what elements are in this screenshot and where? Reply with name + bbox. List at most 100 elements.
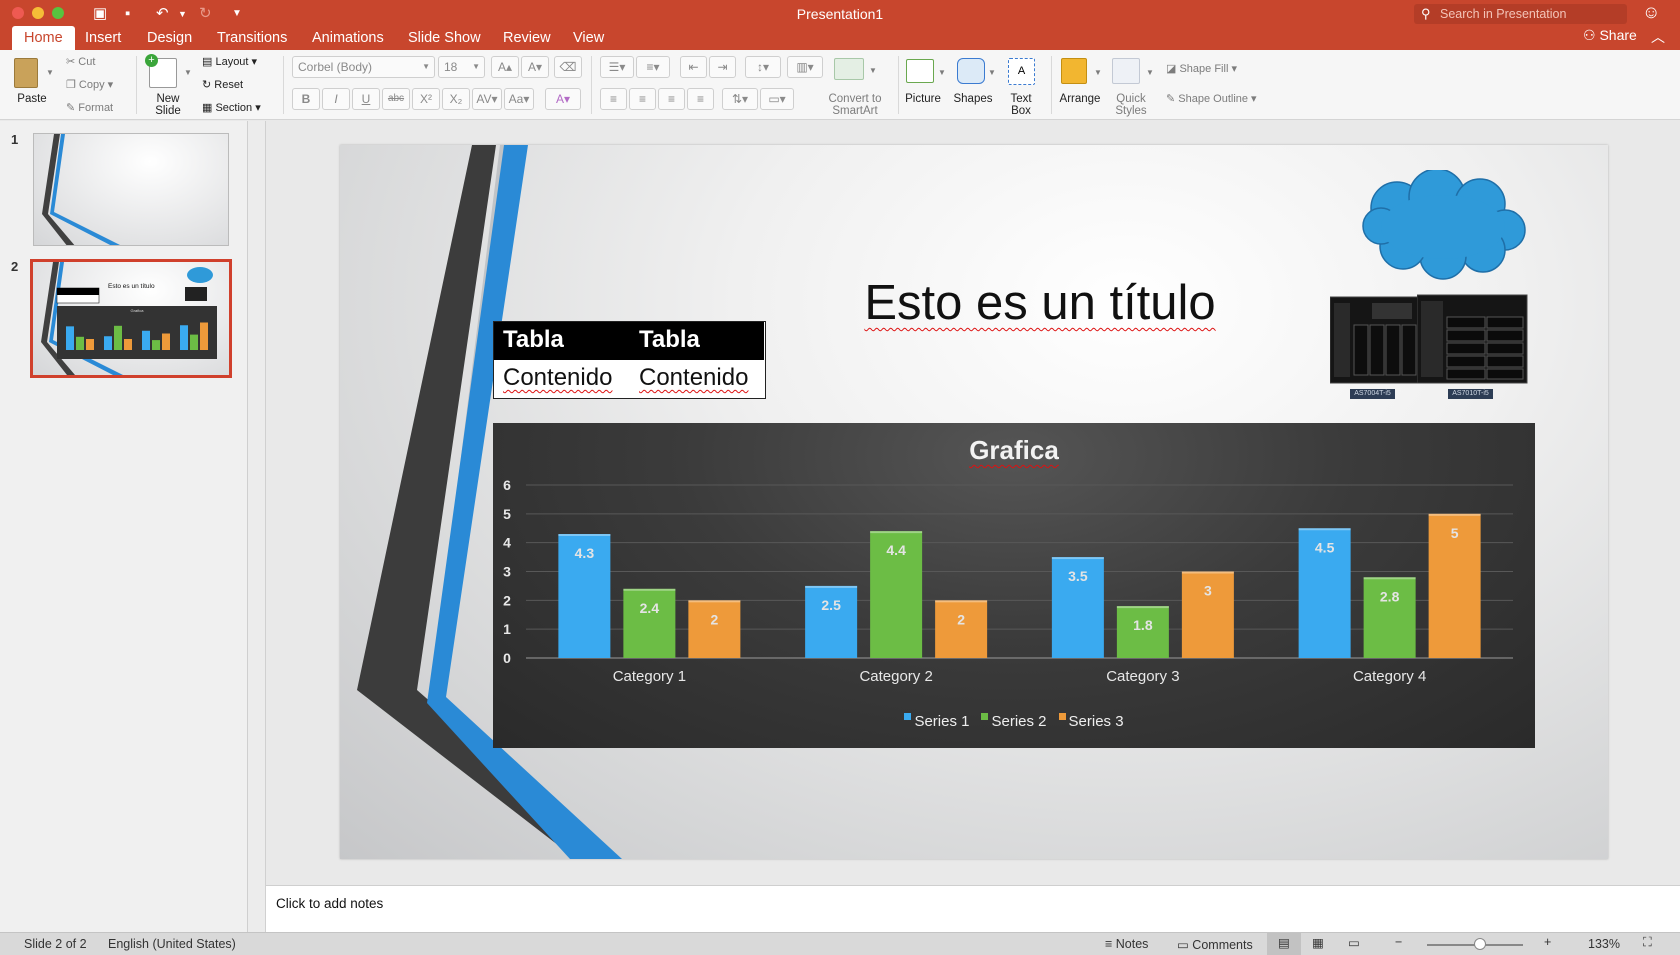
justify-button[interactable]: ≡ (687, 88, 714, 110)
legend-entry[interactable]: Series 2 (981, 713, 1047, 730)
strikethrough-button[interactable]: abc (382, 88, 410, 110)
tab-animations[interactable]: Animations (300, 26, 396, 50)
slide-table[interactable]: Tabla Tabla Contenido Contenido (493, 321, 766, 399)
shrink-font-button[interactable]: A▾ (521, 56, 549, 78)
chart-legend[interactable]: Series 1 Series 2 Series 3 (493, 713, 1535, 730)
tab-home[interactable]: Home (12, 26, 75, 50)
pane-divider[interactable] (248, 121, 266, 933)
tab-slide-show[interactable]: Slide Show (396, 26, 493, 50)
subscript-button[interactable]: X₂ (442, 88, 470, 110)
arrange-button[interactable]: Arrange (1055, 93, 1105, 105)
fit-to-window-icon[interactable]: ⛶ (1643, 935, 1652, 950)
bullets-button[interactable]: ☰▾ (600, 56, 634, 78)
italic-button[interactable]: I (322, 88, 350, 110)
arrange-dropdown-icon[interactable]: ▼ (1094, 66, 1102, 80)
collapse-ribbon-icon[interactable]: ︿ (1651, 27, 1665, 47)
tab-design[interactable]: Design (135, 26, 204, 50)
copy-button[interactable]: ❐ Copy ▾ (66, 78, 113, 92)
table-header-cell[interactable]: Tabla (503, 326, 564, 354)
comments-button[interactable]: ▭ Comments (1177, 937, 1253, 952)
slide-show-icon[interactable]: ▭ (1348, 935, 1360, 950)
increase-indent-button[interactable]: ⇥ (709, 56, 736, 78)
nas-device-image[interactable] (1416, 293, 1529, 385)
decrease-indent-button[interactable]: ⇤ (680, 56, 707, 78)
slide-title[interactable]: Esto es un título (840, 275, 1240, 331)
font-color-button[interactable]: A▾ (545, 88, 581, 110)
line-spacing-button[interactable]: ↕▾ (745, 56, 781, 78)
language-indicator[interactable]: English (United States) (108, 937, 236, 951)
grow-font-button[interactable]: A▴ (491, 56, 519, 78)
cut-button[interactable]: ✂ Cut (66, 55, 95, 69)
chart[interactable]: Grafica 0 1 2 3 4 5 6 4.3 2.4 2 Category 1 2.5 4.4 2 C… (493, 423, 1535, 748)
slide-thumbnail-2[interactable]: Esto es un título Grafica (30, 259, 232, 378)
smartart-icon[interactable] (834, 58, 864, 80)
quick-styles-icon[interactable] (1112, 58, 1140, 84)
paste-button[interactable]: Paste (14, 93, 50, 105)
align-center-button[interactable]: ≡ (629, 88, 656, 110)
text-box-label-1[interactable]: Text (1000, 93, 1042, 105)
cloud-shape[interactable] (1355, 170, 1530, 280)
slide[interactable]: Esto es un título Tabla Tabla Contenido … (340, 145, 1608, 859)
text-direction-button[interactable]: ⇅▾ (722, 88, 758, 110)
notes-placeholder[interactable]: Click to add notes (276, 896, 383, 911)
shape-fill-button[interactable]: ◪ Shape Fill ▾ (1166, 62, 1237, 76)
character-spacing-button[interactable]: AV▾ (472, 88, 502, 110)
numbering-button[interactable]: ≡▾ (636, 56, 670, 78)
zoom-out-button[interactable]: − (1395, 935, 1402, 949)
notes-pane[interactable]: Click to add notes (266, 885, 1680, 932)
slide-thumbnail-1[interactable] (33, 133, 229, 246)
slide-sorter-icon[interactable]: ▦ (1312, 935, 1324, 950)
convert-smartart-label-2[interactable]: SmartArt (820, 105, 890, 117)
clear-formatting-icon[interactable]: ⌫ (554, 56, 582, 78)
font-name-select[interactable]: Corbel (Body) ▼ (292, 56, 435, 78)
new-slide-label-2[interactable]: Slide (150, 105, 186, 117)
underline-button[interactable]: U (352, 88, 380, 110)
superscript-button[interactable]: X² (412, 88, 440, 110)
format-painter-button[interactable]: ✎ Format (66, 101, 113, 115)
quick-styles-label-1[interactable]: Quick (1103, 93, 1159, 105)
columns-button[interactable]: ▥▾ (787, 56, 823, 78)
tab-review[interactable]: Review (491, 26, 563, 50)
convert-smartart-label-1[interactable]: Convert to (820, 93, 890, 105)
table-cell[interactable]: Contenido (503, 364, 612, 392)
notes-toggle-button[interactable]: ≡ Notes (1105, 937, 1148, 951)
paste-icon[interactable] (14, 58, 38, 88)
align-left-button[interactable]: ≡ (600, 88, 627, 110)
arrange-icon[interactable] (1061, 58, 1087, 84)
new-slide-label-1[interactable]: New (150, 93, 186, 105)
tab-transitions[interactable]: Transitions (205, 26, 299, 50)
zoom-level[interactable]: 133% (1588, 937, 1620, 951)
shapes-dropdown-icon[interactable]: ▼ (988, 66, 996, 80)
shape-outline-button[interactable]: ✎ Shape Outline ▾ (1166, 92, 1257, 106)
bold-button[interactable]: B (292, 88, 320, 110)
tab-view[interactable]: View (561, 26, 616, 50)
search-input[interactable]: ⚲ Search in Presentation (1414, 4, 1627, 24)
table-header-cell[interactable]: Tabla (639, 326, 700, 354)
align-text-button[interactable]: ▭▾ (760, 88, 794, 110)
reset-button[interactable]: ↻ Reset (202, 78, 243, 92)
zoom-in-button[interactable]: + (1544, 935, 1551, 949)
align-right-button[interactable]: ≡ (658, 88, 685, 110)
table-cell[interactable]: Contenido (639, 364, 748, 392)
shapes-icon[interactable] (957, 58, 985, 84)
share-button[interactable]: ⚇ Share (1583, 27, 1637, 44)
font-size-select[interactable]: 18 ▼ (438, 56, 485, 78)
legend-entry[interactable]: Series 3 (1058, 713, 1124, 730)
smartart-dropdown-icon[interactable]: ▼ (869, 64, 877, 78)
nas-device-image[interactable] (1329, 295, 1420, 385)
change-case-button[interactable]: Aa▾ (504, 88, 534, 110)
quick-styles-dropdown-icon[interactable]: ▼ (1146, 66, 1154, 80)
text-box-icon[interactable]: A (1008, 58, 1035, 85)
shapes-button[interactable]: Shapes (948, 93, 998, 105)
quick-styles-label-2[interactable]: Styles (1103, 105, 1159, 117)
picture-dropdown-icon[interactable]: ▼ (938, 66, 946, 80)
legend-entry[interactable]: Series 1 (904, 713, 969, 730)
tab-insert[interactable]: Insert (73, 26, 133, 50)
layout-button[interactable]: ▤ Layout ▾ (202, 55, 257, 69)
zoom-slider-handle[interactable] (1474, 938, 1486, 950)
new-slide-dropdown-icon[interactable]: ▼ (184, 66, 192, 80)
feedback-smiley-icon[interactable]: ☺ (1642, 2, 1660, 23)
text-box-label-2[interactable]: Box (1000, 105, 1042, 117)
picture-button[interactable]: Picture (898, 93, 948, 105)
paste-dropdown-icon[interactable]: ▼ (46, 66, 54, 80)
